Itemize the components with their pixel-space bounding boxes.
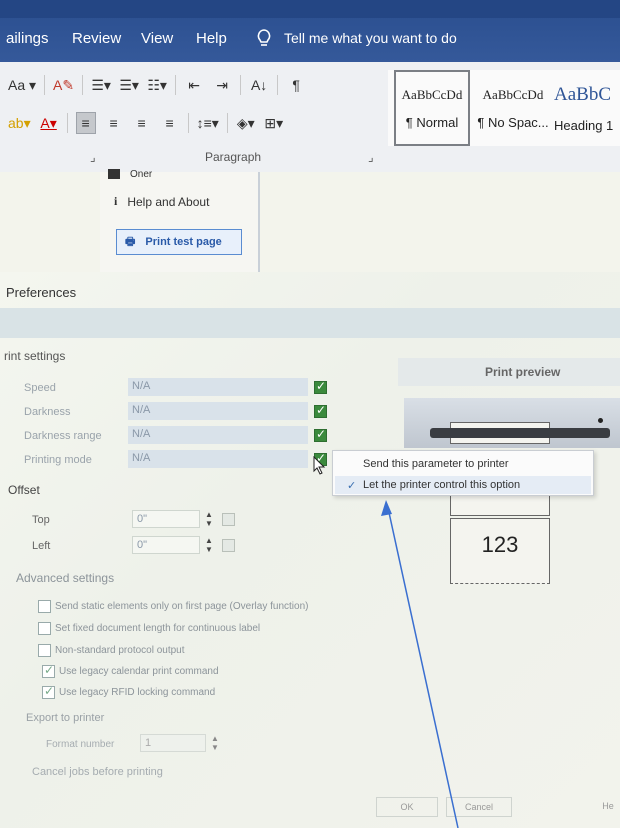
annotation-arrow-icon (381, 500, 459, 828)
